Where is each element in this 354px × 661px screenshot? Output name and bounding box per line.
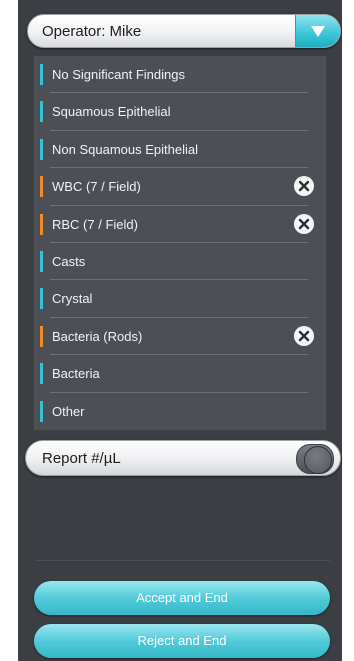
- finding-accent-bar: [40, 325, 43, 347]
- finding-label: Bacteria: [52, 366, 100, 382]
- finding-accent-bar: [40, 176, 43, 198]
- toggle-knob[interactable]: [304, 446, 332, 474]
- finding-accent-bar: [40, 251, 43, 272]
- finding-accent-bar: [40, 138, 43, 160]
- finding-item[interactable]: Non Squamous Epithelial: [34, 131, 326, 169]
- remove-finding-icon[interactable]: [294, 325, 314, 346]
- accept-and-end-button[interactable]: Accept and End: [34, 581, 330, 615]
- remove-finding-icon[interactable]: [294, 213, 314, 234]
- divider: [36, 560, 330, 561]
- finding-accent-bar: [40, 363, 43, 385]
- finding-label: WBC (7 / Field): [52, 179, 141, 195]
- finding-label: No Significant Findings: [52, 67, 185, 82]
- finding-label: RBC (7 / Field): [52, 216, 138, 232]
- operator-select[interactable]: Operator: Mike: [27, 14, 341, 48]
- finding-item[interactable]: WBC (7 / Field): [34, 168, 326, 206]
- reject-and-end-button[interactable]: Reject and End: [34, 624, 330, 658]
- finding-item[interactable]: Bacteria (Rods): [34, 318, 326, 356]
- report-unit-toggle[interactable]: [296, 444, 334, 474]
- finding-label: Casts: [52, 254, 86, 269]
- finding-accent-bar: [40, 288, 43, 310]
- report-toggle-row[interactable]: Report #/µL: [25, 440, 341, 476]
- finding-accent-bar: [40, 400, 43, 422]
- finding-accent-bar: [40, 101, 43, 123]
- finding-item[interactable]: RBC (7 / Field): [34, 206, 326, 243]
- report-label: Report #/µL: [42, 450, 121, 467]
- finding-item[interactable]: Bacteria: [34, 355, 326, 393]
- chevron-down-icon: [311, 26, 325, 37]
- finding-label: Squamous Epithelial: [52, 104, 171, 120]
- finding-item[interactable]: Crystal: [34, 280, 326, 318]
- finding-label: Crystal: [52, 291, 93, 307]
- finding-item[interactable]: Squamous Epithelial: [34, 93, 326, 131]
- finding-label: Bacteria (Rods): [52, 328, 143, 344]
- finding-item[interactable]: No Significant Findings: [34, 56, 326, 94]
- operator-dropdown-button[interactable]: [295, 15, 340, 47]
- findings-list: No Significant Findings Squamous Epitheli…: [34, 56, 326, 430]
- finding-label: Non Squamous Epithelial: [52, 141, 198, 157]
- finding-accent-bar: [40, 64, 43, 85]
- remove-finding-icon[interactable]: [294, 176, 314, 197]
- operator-label: Operator: Mike: [42, 23, 142, 40]
- finding-label: Other: [52, 403, 85, 419]
- finding-item[interactable]: Other: [34, 393, 326, 430]
- finding-item[interactable]: Casts: [34, 243, 326, 281]
- finding-accent-bar: [40, 213, 43, 235]
